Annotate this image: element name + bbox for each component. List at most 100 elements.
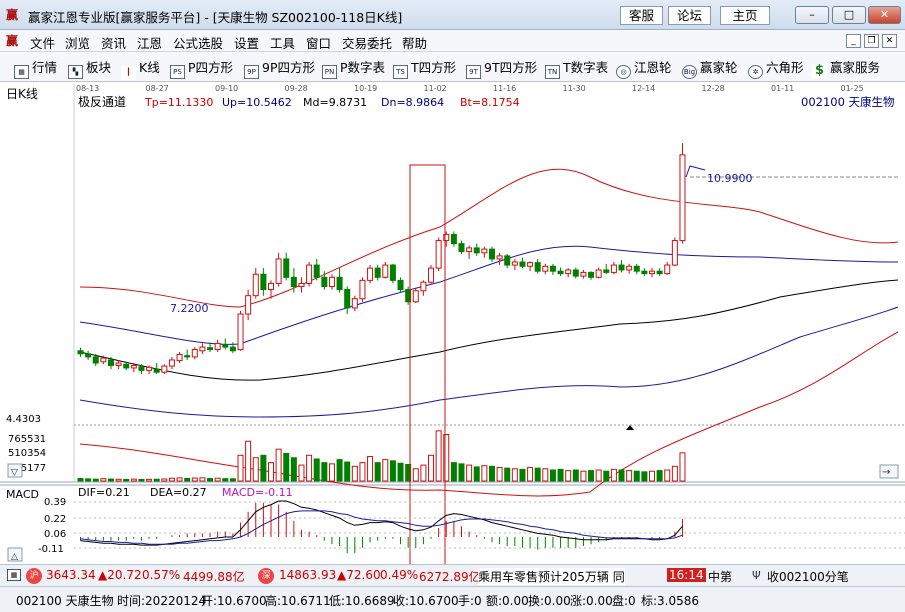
menu-trade[interactable]: 交易委托 (342, 33, 392, 52)
up-value: Up=10.5462 (222, 96, 292, 109)
candle-body (671, 240, 678, 266)
candle-body (168, 359, 175, 367)
volume-tick-1: 765531 (8, 434, 46, 445)
menu-browse[interactable]: 浏览 (65, 33, 90, 52)
minimize-icon[interactable]: – (795, 6, 829, 24)
tool-label: 板块 (86, 60, 112, 75)
keyboard-icon[interactable]: ▦ (7, 569, 21, 581)
chart-area[interactable]: 日K线 极反通道 Tp=11.1330 Up=10.5462 Md=9.8731… (0, 82, 905, 566)
tool-hexagon-button[interactable]: ✲ 六角形 (748, 59, 804, 79)
volume-bar (534, 467, 541, 482)
volume-bar (237, 454, 244, 482)
tool-label: 赢家轮 (700, 60, 738, 75)
candle-body (191, 349, 198, 358)
candle-body (641, 270, 648, 275)
candle-body (344, 289, 351, 309)
org-label: 中第 (708, 570, 733, 584)
volume-bar (595, 469, 602, 482)
menu-tools[interactable]: 工具 (270, 33, 295, 52)
volume-bar (435, 430, 442, 482)
candle-body (458, 243, 465, 253)
tool-blocks-button[interactable]: ▚ 板块 (68, 59, 112, 79)
candle-body (153, 368, 160, 373)
volume-bar (412, 468, 419, 482)
date-tick: 09-28 (285, 84, 308, 93)
info-close: 收:10.6700 (393, 594, 459, 608)
candle-body (389, 264, 396, 281)
candle-body (260, 273, 267, 291)
dif-value: DIF=0.21 (78, 486, 130, 499)
candle-body (428, 267, 435, 283)
date-tick: 08-27 (146, 84, 169, 93)
tool-winner-wheel-button[interactable]: Big 赢家轮 (682, 59, 738, 79)
candle-body (115, 362, 122, 366)
volume-bar (565, 470, 572, 482)
tool-kline-button[interactable]: ┃ K线 (121, 59, 160, 80)
close-icon[interactable]: ✕ (868, 6, 901, 24)
candle-body (610, 264, 617, 273)
tool-t-table-button[interactable]: TN T数字表 (545, 59, 609, 79)
volume-tick-2: 510354 (8, 448, 46, 459)
news-ticker[interactable]: 乘用车零售预计205万辆 同 (478, 568, 625, 585)
tool-9t-square-button[interactable]: 9T 9T四方形 (466, 59, 537, 79)
volume-bar (504, 467, 511, 482)
date-tick: 01-11 (771, 84, 794, 93)
mdi-close-icon[interactable]: ✕ (882, 34, 897, 48)
volume-bar (344, 461, 351, 482)
volume-bar (481, 465, 488, 482)
mdi-minimize-icon[interactable]: _ (846, 34, 861, 48)
candle-body (306, 264, 313, 284)
kline-chart[interactable]: 日K线 极反通道 Tp=11.1330 Up=10.5462 Md=9.8731… (0, 82, 905, 566)
macd-tick-1: 0.39 (44, 497, 66, 508)
volume-bar (458, 463, 465, 482)
candle-body (85, 353, 92, 358)
candle-body (649, 270, 655, 275)
bar-info-line: 002100 天康生物 时间:20220124 开:10.6700 高:10.6… (0, 586, 905, 612)
volume-bar (100, 478, 107, 482)
volume-bar (389, 460, 396, 482)
maximize-icon[interactable]: □ (832, 6, 866, 24)
candle-body (618, 264, 625, 271)
tool-9p-square-button[interactable]: 9P 9P四方形 (244, 59, 315, 79)
date-tick: 12-28 (702, 84, 725, 93)
menu-window[interactable]: 窗口 (306, 33, 331, 52)
forum-button[interactable]: 论坛 (668, 6, 711, 25)
candle-body (496, 255, 503, 260)
info-high: 高:10.6711 (265, 594, 331, 608)
tool-quotes-button[interactable]: ▦ 行情 (14, 59, 57, 79)
info-turnover: 换:0.00 (528, 594, 571, 608)
sh-index-change: ▲20.72 (98, 568, 142, 582)
menu-formula-select[interactable]: 公式选股 (173, 33, 223, 52)
tool-label: T数字表 (563, 60, 609, 75)
volume-max-label: 4.4303 (6, 414, 41, 425)
grid-icon: ▦ (14, 65, 29, 79)
menu-news[interactable]: 资讯 (101, 33, 126, 52)
customer-service-button[interactable]: 客服 (620, 6, 663, 25)
homepage-button[interactable]: 主页 (720, 6, 770, 25)
volume-bar (511, 468, 518, 482)
menu-gann[interactable]: 江恩 (137, 33, 162, 52)
info-low: 低:10.6689 (329, 594, 395, 608)
window-title: 赢家江恩专业版[赢家服务平台] - [天康生物 SZ002100-118日K线] (28, 10, 403, 25)
mdi-restore-icon[interactable]: ❐ (864, 34, 879, 48)
tool-gann-wheel-button[interactable]: ◎ 江恩轮 (616, 59, 672, 79)
tool-p-square-button[interactable]: PS P四方形 (170, 59, 233, 79)
dollar-icon: $ (812, 64, 827, 79)
candle-body (313, 264, 320, 278)
volume-bar (626, 470, 633, 482)
sz-index-pct: 0.49% (380, 568, 419, 582)
candle-body (565, 269, 572, 275)
sz-index-icon: 深 (258, 568, 274, 584)
ps-icon: PS (170, 65, 185, 79)
menu-help[interactable]: 帮助 (402, 33, 427, 52)
volume-bar (161, 478, 168, 482)
tool-t-square-button[interactable]: TS T四方形 (393, 59, 456, 79)
candle-body (351, 298, 358, 309)
candle-body (481, 248, 488, 254)
menu-file[interactable]: 文件 (30, 33, 55, 52)
tool-p-table-button[interactable]: PN P数字表 (322, 59, 385, 79)
volume-bar (306, 454, 313, 482)
tool-winner-service-button[interactable]: $ 赢家服务 (812, 59, 880, 79)
menu-settings[interactable]: 设置 (234, 33, 259, 52)
candle-body (626, 265, 633, 271)
